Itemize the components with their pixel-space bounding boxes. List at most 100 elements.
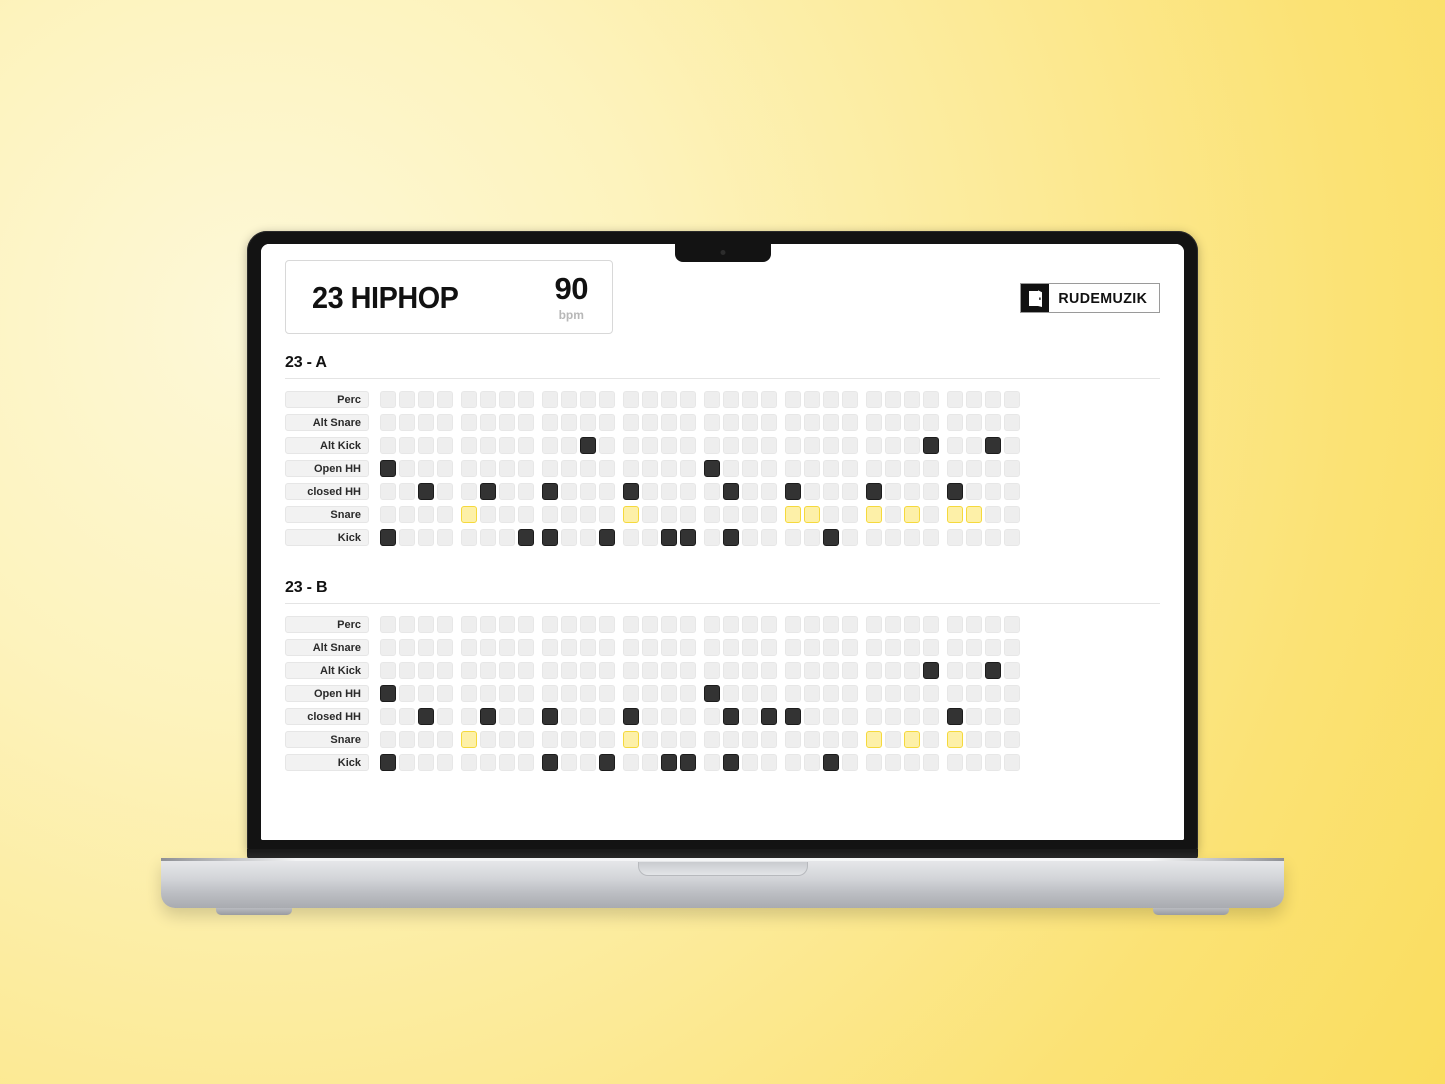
step-cell[interactable]	[885, 754, 901, 771]
step-cell[interactable]	[499, 437, 515, 454]
step-cell[interactable]	[380, 662, 396, 679]
step-cell[interactable]	[842, 529, 858, 546]
step-cell[interactable]	[704, 616, 720, 633]
step-cell[interactable]	[437, 708, 453, 725]
step-cell[interactable]	[418, 754, 434, 771]
step-cell[interactable]	[723, 506, 739, 523]
step-cell[interactable]	[599, 639, 615, 656]
step-cell[interactable]	[823, 708, 839, 725]
step-cell[interactable]	[623, 754, 639, 771]
step-cell[interactable]	[885, 506, 901, 523]
step-cell-active[interactable]	[542, 754, 558, 771]
step-cell[interactable]	[985, 639, 1001, 656]
step-cell[interactable]	[704, 639, 720, 656]
step-cell-active[interactable]	[599, 754, 615, 771]
step-cell[interactable]	[418, 529, 434, 546]
step-cell[interactable]	[723, 437, 739, 454]
step-cell-active[interactable]	[542, 708, 558, 725]
step-cell[interactable]	[842, 731, 858, 748]
step-cell[interactable]	[742, 506, 758, 523]
step-cell[interactable]	[723, 616, 739, 633]
step-cell[interactable]	[823, 685, 839, 702]
step-cell[interactable]	[804, 731, 820, 748]
step-cell[interactable]	[904, 708, 920, 725]
step-cell[interactable]	[842, 460, 858, 477]
step-cell[interactable]	[866, 708, 882, 725]
step-cell[interactable]	[885, 483, 901, 500]
step-cell-active[interactable]	[623, 483, 639, 500]
step-cell[interactable]	[947, 391, 963, 408]
step-cell[interactable]	[680, 685, 696, 702]
step-cell[interactable]	[1004, 708, 1020, 725]
step-cell[interactable]	[742, 483, 758, 500]
step-cell[interactable]	[785, 754, 801, 771]
step-cell[interactable]	[823, 639, 839, 656]
step-cell[interactable]	[804, 460, 820, 477]
step-cell[interactable]	[437, 639, 453, 656]
step-cell[interactable]	[561, 639, 577, 656]
step-cell[interactable]	[1004, 483, 1020, 500]
step-cell[interactable]	[866, 437, 882, 454]
step-cell[interactable]	[923, 639, 939, 656]
step-cell[interactable]	[599, 616, 615, 633]
step-cell[interactable]	[1004, 685, 1020, 702]
step-cell-active[interactable]	[380, 754, 396, 771]
step-cell[interactable]	[966, 639, 982, 656]
step-cell[interactable]	[823, 731, 839, 748]
step-cell[interactable]	[904, 391, 920, 408]
step-cell[interactable]	[380, 731, 396, 748]
step-cell-active[interactable]	[866, 506, 882, 523]
step-cell[interactable]	[761, 437, 777, 454]
step-cell[interactable]	[885, 529, 901, 546]
step-cell[interactable]	[904, 662, 920, 679]
step-cell-active[interactable]	[723, 708, 739, 725]
step-cell[interactable]	[380, 708, 396, 725]
step-cell[interactable]	[761, 639, 777, 656]
step-cell[interactable]	[985, 731, 1001, 748]
step-cell[interactable]	[804, 391, 820, 408]
step-cell[interactable]	[680, 437, 696, 454]
step-cell[interactable]	[642, 639, 658, 656]
step-cell[interactable]	[642, 731, 658, 748]
step-cell[interactable]	[499, 414, 515, 431]
step-cell[interactable]	[461, 529, 477, 546]
step-cell[interactable]	[623, 529, 639, 546]
step-cell[interactable]	[480, 414, 496, 431]
step-cell[interactable]	[704, 437, 720, 454]
step-cell[interactable]	[680, 731, 696, 748]
step-cell[interactable]	[642, 708, 658, 725]
step-cell[interactable]	[804, 639, 820, 656]
step-cell[interactable]	[804, 529, 820, 546]
step-cell[interactable]	[985, 616, 1001, 633]
step-cell[interactable]	[842, 685, 858, 702]
step-cell[interactable]	[804, 685, 820, 702]
step-cell[interactable]	[761, 529, 777, 546]
step-cell-active[interactable]	[623, 731, 639, 748]
step-cell[interactable]	[399, 708, 415, 725]
step-cell[interactable]	[518, 754, 534, 771]
step-cell[interactable]	[418, 616, 434, 633]
step-cell[interactable]	[661, 708, 677, 725]
step-cell[interactable]	[599, 731, 615, 748]
step-cell[interactable]	[804, 754, 820, 771]
track-label[interactable]: Snare	[285, 731, 369, 748]
step-cell-active[interactable]	[761, 708, 777, 725]
step-cell[interactable]	[823, 616, 839, 633]
step-cell[interactable]	[966, 414, 982, 431]
step-cell[interactable]	[542, 437, 558, 454]
step-cell[interactable]	[866, 662, 882, 679]
step-cell[interactable]	[742, 731, 758, 748]
step-cell[interactable]	[580, 731, 596, 748]
step-cell[interactable]	[823, 437, 839, 454]
step-cell[interactable]	[785, 414, 801, 431]
step-cell[interactable]	[623, 437, 639, 454]
step-cell-active[interactable]	[947, 506, 963, 523]
step-cell-active[interactable]	[461, 506, 477, 523]
step-cell-active[interactable]	[518, 529, 534, 546]
step-cell[interactable]	[380, 437, 396, 454]
step-cell[interactable]	[437, 391, 453, 408]
step-cell[interactable]	[966, 662, 982, 679]
step-cell-active[interactable]	[804, 506, 820, 523]
step-cell[interactable]	[480, 529, 496, 546]
step-cell[interactable]	[518, 731, 534, 748]
